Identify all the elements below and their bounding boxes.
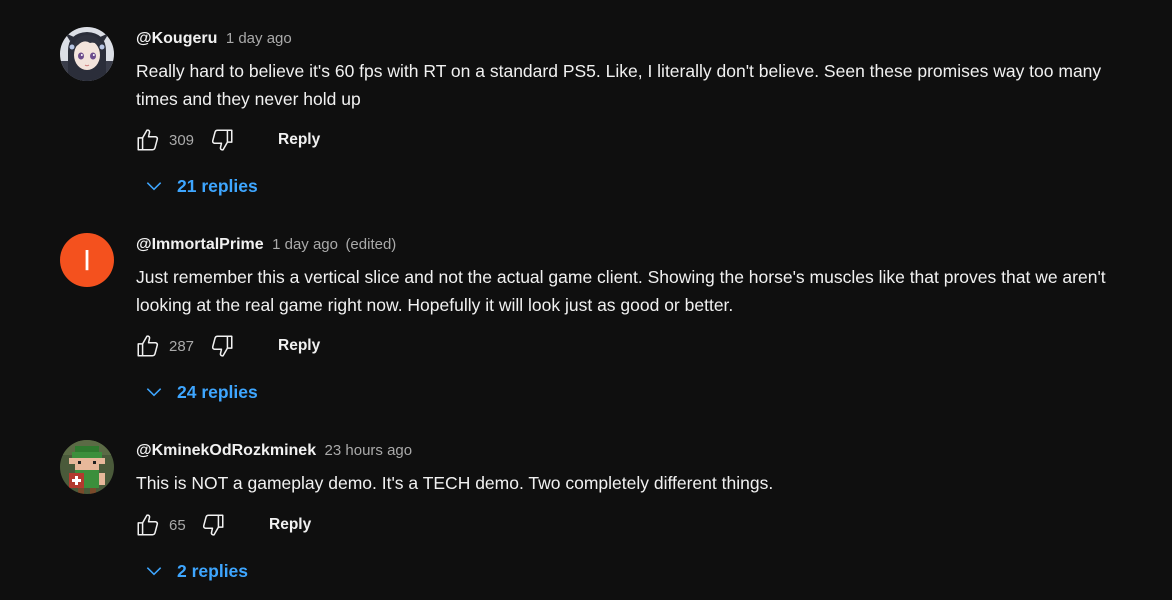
thumbs-down-icon [202, 514, 224, 536]
comment-header: @Kougeru 1 day ago [136, 28, 292, 50]
avatar[interactable] [60, 440, 114, 494]
reply-button[interactable]: Reply [266, 123, 332, 157]
comments-section: @Kougeru 1 day ago Really hard to believ… [0, 0, 1172, 600]
comment-timestamp[interactable]: 1 day ago [272, 236, 338, 253]
chevron-down-icon [142, 380, 166, 404]
comment-author[interactable]: @Kougeru [136, 30, 217, 47]
comment-actions: 309 Reply [128, 120, 332, 160]
like-count: 309 [169, 131, 195, 149]
thumbs-up-icon [137, 514, 159, 536]
like-count: 287 [169, 337, 195, 355]
like-button[interactable] [128, 505, 168, 545]
avatar-letter: I [82, 243, 92, 277]
replies-count-label: 24 replies [177, 381, 258, 402]
thumbs-down-icon [211, 129, 233, 151]
reply-button[interactable]: Reply [257, 508, 323, 542]
comment-author[interactable]: @ImmortalPrime [136, 236, 264, 253]
comment-actions: 65 Reply [128, 505, 323, 545]
like-button[interactable] [128, 326, 168, 366]
view-replies-button[interactable]: 2 replies [136, 553, 254, 589]
comment-actions: 287 Reply [128, 326, 332, 366]
comment-text: Just remember this a vertical slice and … [136, 267, 1106, 315]
comment-header: @KminekOdRozkminek 23 hours ago [136, 440, 412, 462]
chevron-down-icon [142, 174, 166, 198]
thumbs-down-icon [211, 335, 233, 357]
dislike-button[interactable] [202, 326, 242, 366]
pixel-art-elf-avatar-image [60, 440, 114, 494]
dislike-button[interactable] [202, 120, 242, 160]
comment-header: @ImmortalPrime 1 day ago (edited) [136, 234, 396, 256]
anime-girl-avatar-image [60, 27, 114, 81]
comment-text: Really hard to believe it's 60 fps with … [136, 61, 1102, 109]
like-count: 65 [169, 516, 186, 534]
replies-count-label: 2 replies [177, 560, 249, 581]
comment-author[interactable]: @KminekOdRozkminek [136, 442, 316, 459]
thumbs-up-icon [137, 335, 159, 357]
view-replies-button[interactable]: 21 replies [136, 168, 264, 204]
edited-label: (edited) [345, 236, 397, 253]
comment-timestamp[interactable]: 23 hours ago [325, 442, 413, 459]
replies-count-label: 21 replies [177, 175, 258, 196]
chevron-down-icon [142, 559, 166, 583]
avatar[interactable] [60, 27, 114, 81]
avatar[interactable]: I [60, 233, 114, 287]
view-replies-button[interactable]: 24 replies [136, 374, 264, 410]
comment-text: This is NOT a gameplay demo. It's a TECH… [136, 473, 774, 493]
like-button[interactable] [128, 120, 168, 160]
dislike-button[interactable] [193, 505, 233, 545]
reply-button[interactable]: Reply [266, 329, 332, 363]
thumbs-up-icon [137, 129, 159, 151]
comment-timestamp[interactable]: 1 day ago [226, 30, 292, 47]
